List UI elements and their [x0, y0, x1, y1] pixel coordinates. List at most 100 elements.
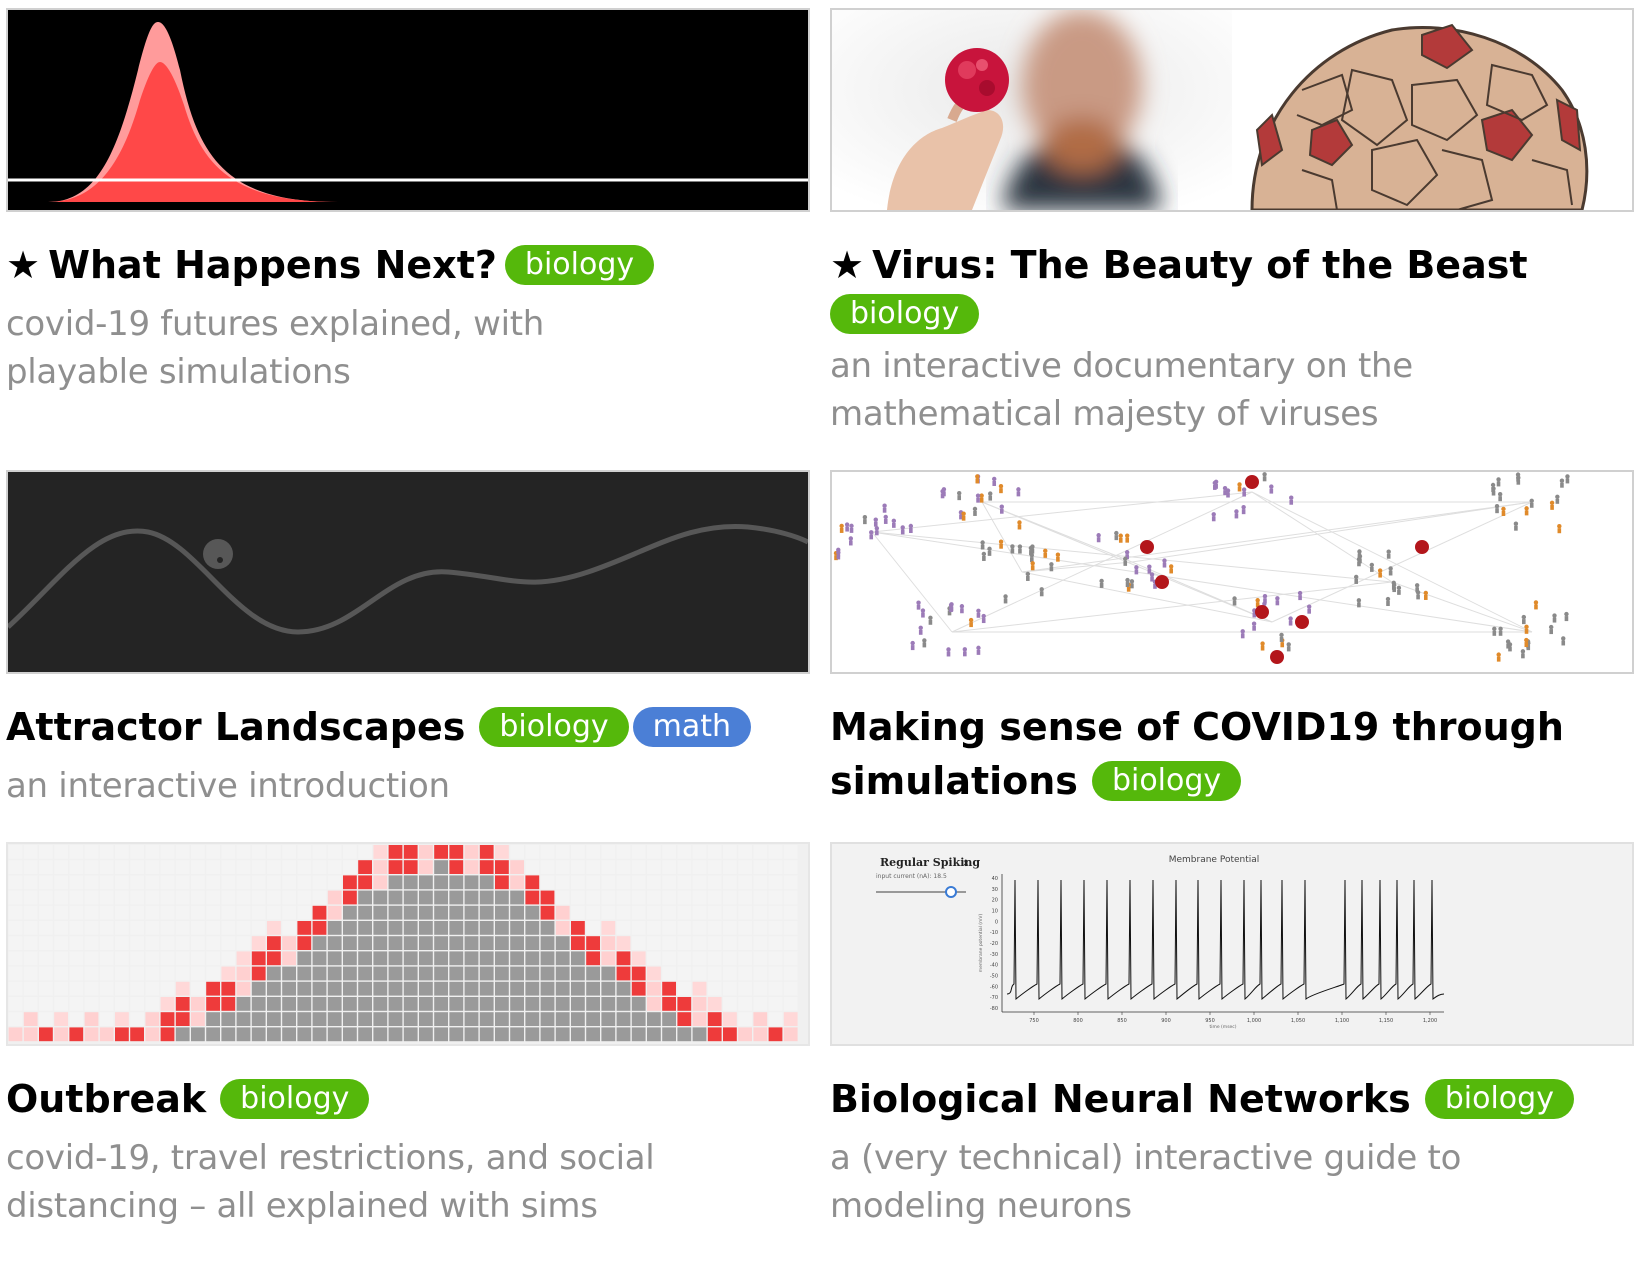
grid-cell [267, 997, 281, 1011]
grid-cell [479, 966, 494, 981]
y-tick-label: 0 [995, 919, 998, 925]
thumbnail-outbreak[interactable] [6, 842, 810, 1046]
grid-cell [267, 966, 281, 981]
thumbnail-network[interactable] [830, 470, 1634, 674]
card-title-link[interactable]: Virus: The Beauty of the Beast [872, 243, 1527, 287]
grid-cell [175, 875, 190, 890]
grid-cell [282, 905, 296, 920]
person-marker [1552, 613, 1557, 618]
grid-cell [525, 875, 540, 890]
grid-cell [555, 860, 570, 874]
tag-biology[interactable]: biology [220, 1079, 370, 1119]
grid-cell [236, 981, 251, 996]
person-marker [981, 618, 986, 624]
card-attractor-landscapes[interactable]: Attractor Landscapes biology math an inter… [6, 470, 814, 810]
grid-cell [175, 981, 190, 996]
grid-cell [601, 966, 616, 981]
person-marker [940, 493, 945, 499]
grid-cell [571, 936, 585, 950]
grid-cell [601, 860, 616, 874]
person-marker [1370, 566, 1374, 572]
grid-cell [555, 997, 570, 1011]
grid-cell [115, 997, 129, 1011]
person-marker [882, 507, 887, 513]
person-marker [873, 521, 878, 527]
thumbnail-what-happens-next[interactable] [6, 8, 810, 212]
grid-cell [601, 890, 616, 905]
grid-cell [403, 981, 418, 996]
current-slider-handle[interactable] [945, 886, 957, 898]
person-marker [1288, 620, 1293, 626]
grid-cell [236, 875, 251, 890]
grid-cell [753, 997, 768, 1011]
grid-cell [84, 951, 99, 966]
person-marker [1289, 495, 1294, 500]
grid-cell [616, 951, 631, 966]
grid-cell [586, 845, 600, 859]
person-marker [1030, 561, 1035, 566]
grid-cell [175, 1012, 190, 1026]
tag-biology[interactable]: biology [1424, 1079, 1574, 1119]
tag-biology[interactable]: biology [504, 245, 655, 285]
person-marker [1234, 513, 1239, 519]
grid-cell [191, 845, 205, 859]
grid-cell [327, 1027, 342, 1042]
grid-cell [662, 845, 676, 859]
grid-cell [160, 936, 175, 950]
card-what-happens-next[interactable]: ★ What Happens Next? biology covid-19 futu… [6, 8, 814, 396]
grid-cell [586, 936, 600, 950]
card-title-link[interactable]: What Happens Next? [48, 243, 497, 287]
person-marker [1557, 524, 1562, 529]
tag-biology[interactable]: biology [830, 294, 980, 334]
grid-cell [54, 951, 68, 966]
person-marker [1514, 525, 1518, 531]
grid-cell [434, 890, 448, 905]
grid-cell [525, 997, 540, 1011]
person-marker [883, 518, 888, 524]
card-virus-beauty[interactable]: ★ Virus: The Beauty of the Beast biology … [830, 8, 1638, 438]
thumbnail-attractor[interactable] [6, 470, 810, 674]
person-marker [918, 629, 923, 635]
thumbnail-virus[interactable] [830, 8, 1634, 212]
tag-biology[interactable]: biology [479, 707, 629, 747]
tag-math[interactable]: math [632, 707, 751, 747]
card-title-link[interactable]: Attractor Landscapes [6, 705, 465, 749]
person-marker [1222, 485, 1228, 491]
grid-cell [236, 905, 251, 920]
grid-cell [677, 890, 692, 905]
grid-cell [84, 936, 99, 950]
person-marker [1134, 565, 1139, 570]
tag-biology[interactable]: biology [1091, 761, 1242, 801]
grid-cell [358, 860, 372, 874]
card-title-link[interactable]: Biological Neural Networks [830, 1077, 1411, 1121]
grid-cell [783, 936, 798, 950]
card-neural-networks[interactable]: Regular Spiking ⬍ input current (nA): 18… [830, 842, 1638, 1230]
grid-cell [373, 997, 388, 1011]
grid-cell [8, 966, 23, 981]
grid-cell [8, 1027, 23, 1042]
grid-cell [343, 875, 357, 890]
card-covid-simulations[interactable]: Making sense of COVID19 through simulati… [830, 470, 1638, 808]
card-outbreak[interactable]: Outbreak biology covid-19, travel restric… [6, 842, 814, 1230]
grid-cell [677, 981, 692, 996]
grid-cell [8, 981, 23, 996]
person-marker [1125, 533, 1130, 538]
grid-cell [251, 951, 266, 966]
grid-cell [692, 1012, 707, 1026]
grid-cell [571, 921, 585, 935]
grid-cell [434, 860, 448, 874]
grid-cell [23, 921, 38, 935]
person-marker [863, 519, 867, 525]
grid-cell [312, 997, 327, 1011]
thumbnail-neuron[interactable]: Regular Spiking ⬍ input current (nA): 18… [830, 842, 1634, 1046]
person-marker [981, 613, 986, 619]
grid-cell [39, 845, 53, 859]
grid-cell [297, 905, 312, 920]
grid-cell [312, 951, 327, 966]
grid-cell [84, 905, 99, 920]
grid-cell [312, 905, 327, 920]
grid-cell [571, 890, 585, 905]
person-marker [1055, 552, 1061, 557]
x-tick-label: 1,100 [1335, 1018, 1349, 1024]
card-title-link[interactable]: Outbreak [6, 1077, 206, 1121]
